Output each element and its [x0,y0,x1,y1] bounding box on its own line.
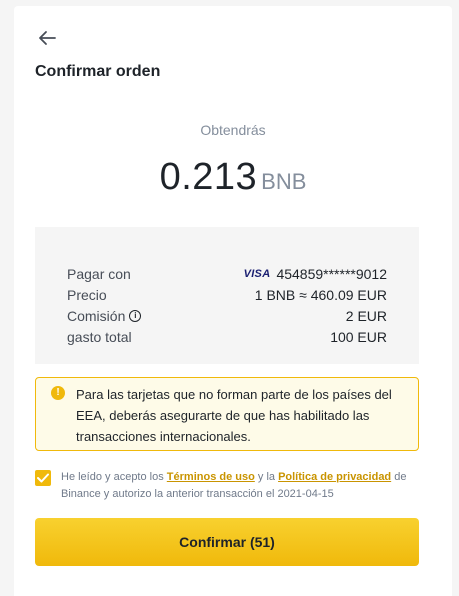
detail-row-price: Precio 1 BNB ≈ 460.09 EUR [67,285,387,305]
page-title: Confirmar orden [35,63,161,80]
fee-label: Comisión [67,308,126,324]
card-number: 454859******9012 [276,266,387,282]
receive-amount-value: 0.213 [159,156,258,198]
price-label: Precio [67,287,107,303]
warning-notice: ! Para las tarjetas que no forman parte … [35,377,419,451]
back-arrow-icon[interactable] [35,26,59,50]
receive-amount-unit: BNB [261,169,307,194]
pay-with-label: Pagar con [67,266,131,282]
fee-label-wrap: Comisión i [67,308,142,324]
warning-text: Para las tarjetas que no forman parte de… [76,387,392,444]
order-details-panel: Pagar con VISA 454859******9012 Precio 1… [35,227,419,364]
detail-row-fee: Comisión i 2 EUR [67,306,387,326]
terms-checkbox[interactable] [35,470,51,486]
terms-middle: y la [254,471,279,483]
receive-amount: 0.213 BNB [14,156,452,199]
fee-value: 2 EUR [345,308,387,324]
total-value: 100 EUR [330,329,387,345]
confirm-order-card: Confirmar orden Obtendrás 0.213 BNB Pagar… [14,6,452,596]
visa-logo-icon: VISA [243,268,271,280]
detail-row-total: gasto total 100 EUR [67,327,387,347]
receive-label: Obtendrás [200,122,266,138]
payment-card: VISA 454859******9012 [244,266,387,282]
terms-text: He leído y acepto los Términos de uso y … [61,469,432,503]
checkmark-icon [37,473,49,483]
warning-icon: ! [51,386,65,400]
terms-prefix: He leído y acepto los [61,471,167,483]
privacy-policy-link[interactable]: Política de privacidad [278,471,391,483]
price-value: 1 BNB ≈ 460.09 EUR [254,287,387,303]
total-label: gasto total [67,329,132,345]
detail-row-payment: Pagar con VISA 454859******9012 [67,264,387,284]
confirm-button[interactable]: Confirmar (51) [35,518,419,566]
info-icon[interactable]: i [129,310,142,322]
terms-of-use-link[interactable]: Términos de uso [167,471,255,483]
